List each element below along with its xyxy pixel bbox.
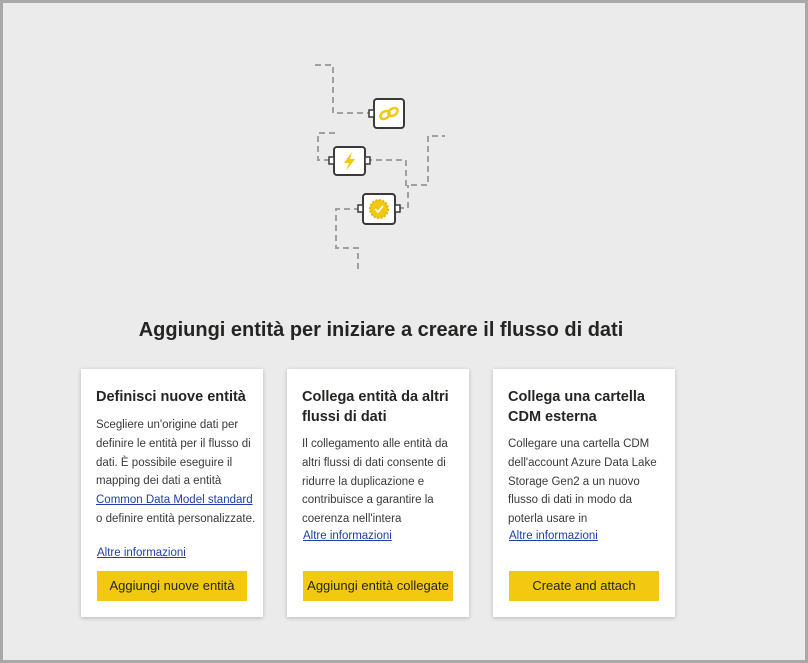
learn-more-link[interactable]: Altre informazioni — [509, 530, 598, 542]
badge-check-icon — [357, 193, 401, 225]
card-linked-entities: Collega entità da altri flussi di dati I… — [287, 369, 469, 617]
card-define-entities: Definisci nuove entità Scegliere un'orig… — [81, 369, 263, 617]
add-linked-entities-button[interactable]: Aggiungi entità collegate — [303, 571, 453, 601]
add-new-entities-button[interactable]: Aggiungi nuove entità — [97, 571, 247, 601]
card-description-text-end: o definire entità personalizzate. — [96, 512, 256, 525]
card-description-text: Scegliere un'origine dati per definire l… — [96, 419, 251, 488]
link-icon — [368, 98, 405, 129]
create-and-attach-button[interactable]: Create and attach — [509, 571, 659, 601]
page-title: Aggiungi entità per iniziare a creare il… — [138, 319, 624, 341]
dataflow-start-panel: Aggiungi entità per iniziare a creare il… — [0, 0, 808, 663]
card-description: Collegare una cartella CDM dell'account … — [508, 438, 657, 526]
lightning-icon — [328, 146, 371, 176]
learn-more-link[interactable]: Altre informazioni — [303, 530, 392, 542]
card-description: Scegliere un'origine dati per definire l… — [96, 416, 256, 529]
learn-more-link[interactable]: Altre informazioni — [97, 547, 186, 559]
common-data-model-link[interactable]: Common Data Model standard — [96, 494, 253, 506]
card-title: Definisci nuove entità — [96, 389, 246, 405]
card-description: Il collegamento alle entità da altri flu… — [302, 438, 448, 526]
card-attach-cdm-folder: Collega una cartella CDM esterna Collega… — [493, 369, 675, 617]
dataflow-illustration — [315, 64, 445, 273]
card-title: Collega entità da altri flussi di dati — [302, 389, 449, 425]
card-title: Collega una cartella CDM esterna — [508, 389, 645, 425]
